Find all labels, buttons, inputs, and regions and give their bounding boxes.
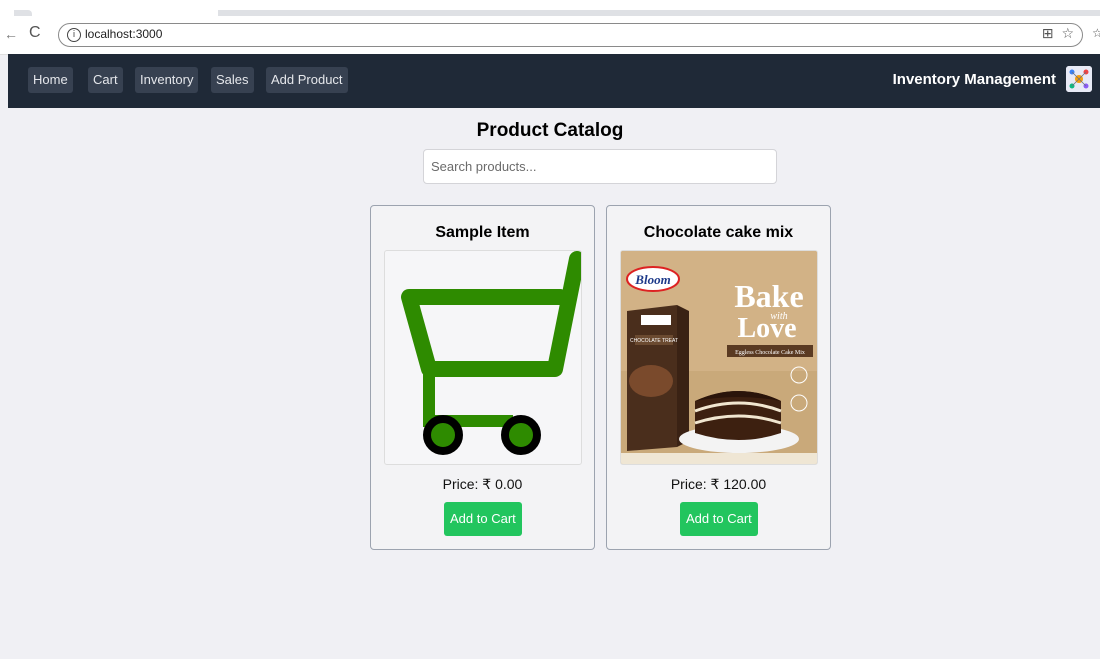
brand-logo-icon [1066, 66, 1092, 92]
cart-icon [401, 251, 581, 455]
nav-inventory[interactable]: Inventory [135, 67, 199, 93]
brand-title: Inventory Management [892, 71, 1056, 88]
cake-mix-box: Bloom Bake with Love Eggless Chocolate C… [621, 251, 817, 464]
translate-icon[interactable]: ⊞ [1042, 26, 1054, 42]
browser-toolbar: ← C i localhost:3000 ⊞ ☆ ☆ [0, 16, 1100, 55]
url-text: localhost:3000 [85, 27, 163, 41]
svg-text:Bake: Bake [734, 278, 803, 314]
browser-tab-strip [0, 0, 1100, 16]
product-image: Bloom Bake with Love Eggless Chocolate C… [620, 250, 818, 465]
product-price: Price: ₹ 0.00 [442, 476, 523, 492]
svg-text:Love: Love [737, 313, 796, 344]
svg-text:CHOCOLATE TREAT: CHOCOLATE TREAT [630, 338, 678, 344]
nav-home[interactable]: Home [28, 67, 73, 93]
add-to-cart-button[interactable]: Add to Cart [444, 502, 522, 536]
add-to-cart-button[interactable]: Add to Cart [680, 502, 758, 536]
reload-icon[interactable]: C [29, 24, 41, 42]
product-card: Sample Item Price: ₹ 0.00 Add to Cart [370, 205, 595, 550]
product-price: Price: ₹ 120.00 [670, 476, 767, 492]
product-name: Sample Item [435, 224, 530, 241]
info-icon[interactable]: i [67, 28, 81, 42]
back-arrow-icon[interactable]: ← [4, 26, 18, 42]
product-card: Chocolate cake mix Bloom Bake with Love … [606, 205, 831, 550]
svg-text:Bloom: Bloom [634, 272, 670, 287]
product-name: Chocolate cake mix [643, 224, 794, 241]
page-title: Product Catalog [476, 120, 624, 141]
address-bar[interactable]: i localhost:3000 ⊞ ☆ [58, 23, 1083, 47]
bookmark-icon[interactable]: ☆ [1092, 26, 1100, 40]
search-input[interactable] [423, 149, 777, 184]
star-icon[interactable]: ☆ [1061, 26, 1074, 42]
svg-text:Eggless Chocolate Cake Mix: Eggless Chocolate Cake Mix [735, 350, 805, 356]
nav-cart[interactable]: Cart [88, 67, 123, 93]
navbar: Home Cart Inventory Sales Add Product In… [8, 54, 1100, 108]
nav-sales[interactable]: Sales [211, 67, 254, 93]
nav-add-product[interactable]: Add Product [266, 67, 348, 93]
product-image [384, 250, 582, 465]
